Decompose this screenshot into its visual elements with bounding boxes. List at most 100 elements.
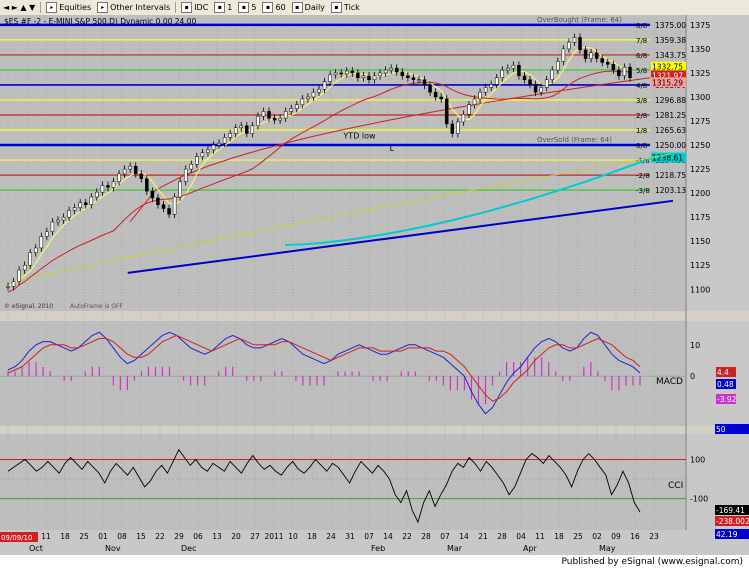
price-bar-body bbox=[472, 98, 477, 105]
price-bar-body bbox=[283, 111, 288, 119]
idc-label: IDC bbox=[194, 3, 209, 12]
price-bar-body bbox=[372, 75, 377, 80]
interval-60-button[interactable]: ▪ 60 bbox=[259, 1, 288, 14]
price-chart[interactable]: 8/81375.007/81359.386/81343.755/81328.13… bbox=[0, 15, 749, 555]
price-bar-body bbox=[22, 264, 27, 271]
murrey-level-label: 2/8 bbox=[636, 112, 647, 120]
price-bar-body bbox=[594, 52, 599, 59]
folder-icon: ▸ bbox=[46, 2, 58, 13]
autoframe-label: AutoFrame is OFF bbox=[70, 303, 123, 310]
overbought-label: OverBought (Frame: 64) bbox=[537, 16, 622, 24]
price-bar-body bbox=[67, 210, 71, 218]
tick-button[interactable]: ▪ Tick bbox=[328, 1, 363, 14]
price-bar-body bbox=[256, 115, 260, 127]
intervals-menu[interactable]: ▸ Other Intervals bbox=[94, 1, 173, 14]
price-bar-body bbox=[433, 91, 438, 98]
price-bar-body bbox=[389, 67, 393, 71]
price-bar-body bbox=[200, 152, 205, 157]
price-bar-body bbox=[61, 216, 66, 221]
cci-value-tag-label: -238.002 bbox=[716, 517, 749, 526]
price-bar-body bbox=[561, 48, 566, 62]
price-bar-body bbox=[267, 111, 271, 119]
price-bar-body bbox=[606, 62, 610, 65]
price-tick-label: 1150 bbox=[690, 237, 710, 246]
price-bar-body bbox=[533, 84, 538, 93]
time-tick-label: 22 bbox=[402, 532, 412, 541]
price-bar-body bbox=[572, 37, 577, 43]
price-bar-body bbox=[367, 75, 371, 80]
esignal-window: ◄ ► ▲ ▼ ▸ Equities ▸ Other Intervals ▪ IDC … bbox=[0, 0, 749, 570]
panel-divider bbox=[0, 311, 749, 321]
time-tick-label: 21 bbox=[478, 532, 488, 541]
price-bar-body bbox=[250, 125, 255, 134]
other-intervals-label: Other Intervals bbox=[110, 3, 171, 12]
price-bar-body bbox=[11, 281, 16, 287]
chart-annotation: L bbox=[390, 144, 395, 153]
price-bar-body bbox=[261, 111, 266, 117]
price-bar-body bbox=[233, 127, 238, 134]
interval-5-button[interactable]: ▪ 5 bbox=[235, 1, 259, 14]
price-bar-body bbox=[17, 269, 21, 282]
price-bar-body bbox=[28, 252, 32, 266]
price-bar-body bbox=[306, 96, 310, 100]
price-bar-body bbox=[600, 58, 604, 63]
idc-button[interactable]: ▪ IDC bbox=[178, 1, 211, 14]
price-bar-body bbox=[206, 149, 210, 154]
interval-5-label: 5 bbox=[251, 3, 257, 12]
price-bar-body bbox=[511, 65, 516, 69]
macd-label: MACD bbox=[656, 377, 683, 387]
price-bar-body bbox=[395, 67, 399, 73]
price-bar-body bbox=[289, 108, 293, 112]
cci-axis-bg bbox=[686, 434, 749, 530]
chart-annotation: YTD low bbox=[342, 131, 376, 140]
month-label: Oct bbox=[29, 544, 43, 553]
price-bar-body bbox=[328, 74, 332, 82]
price-bar-body bbox=[272, 117, 277, 121]
price-tick-label: 1250 bbox=[690, 141, 710, 150]
price-bar-body bbox=[89, 196, 94, 205]
price-bar-body bbox=[539, 87, 543, 93]
month-label: Nov bbox=[105, 544, 121, 553]
murrey-level-value: 1203.13 bbox=[655, 186, 686, 195]
month-label: Dec bbox=[181, 544, 196, 553]
price-bar-body bbox=[506, 67, 510, 71]
price-bar-body bbox=[311, 91, 316, 98]
price-bar-body bbox=[45, 231, 49, 237]
interval-1-button[interactable]: ▪ 1 bbox=[211, 1, 235, 14]
price-bar-body bbox=[300, 98, 305, 105]
price-bar-body bbox=[422, 79, 427, 86]
price-bar-body bbox=[172, 196, 177, 215]
price-bar-body bbox=[528, 79, 532, 85]
price-bar-body bbox=[467, 104, 471, 115]
time-tick-label: 2011 bbox=[264, 532, 283, 541]
price-tick-label: 1350 bbox=[690, 45, 710, 54]
daily-button[interactable]: ▪ Daily bbox=[289, 1, 328, 14]
cci-tick-label: -100 bbox=[690, 495, 708, 504]
price-tick-label: 1325 bbox=[690, 69, 710, 78]
price-bar-body bbox=[78, 202, 82, 208]
price-bar-body bbox=[411, 77, 416, 80]
murrey-level-value: 1343.75 bbox=[655, 51, 686, 60]
price-bar-body bbox=[439, 96, 443, 100]
cci-value-tag-label: -169.41 bbox=[716, 506, 745, 515]
price-tick-label: 1275 bbox=[690, 117, 710, 126]
time-tick-label: 06 bbox=[193, 532, 203, 541]
macd-tick-label: 0 bbox=[690, 372, 695, 381]
time-tick-label: 28 bbox=[421, 532, 431, 541]
murrey-level-value: 1375.00 bbox=[655, 21, 686, 30]
chart-icon: ▪ bbox=[214, 2, 226, 13]
price-bar-body bbox=[178, 181, 182, 198]
price-tick-label: 1300 bbox=[690, 93, 710, 102]
equities-menu[interactable]: ▸ Equities bbox=[43, 1, 94, 14]
price-bar-body bbox=[128, 165, 132, 170]
month-label: Feb bbox=[371, 544, 385, 553]
price-bar-body bbox=[628, 66, 632, 79]
price-bar-body bbox=[245, 125, 249, 134]
nav-arrows[interactable]: ◄ ► ▲ ▼ bbox=[0, 1, 38, 14]
time-tick-label: 09 bbox=[611, 532, 621, 541]
time-tick-label: 14 bbox=[459, 532, 469, 541]
time-tick-label: 13 bbox=[212, 532, 222, 541]
price-bar-body bbox=[39, 236, 44, 249]
time-tick-label: 22 bbox=[155, 532, 165, 541]
price-bar-body bbox=[544, 79, 549, 88]
